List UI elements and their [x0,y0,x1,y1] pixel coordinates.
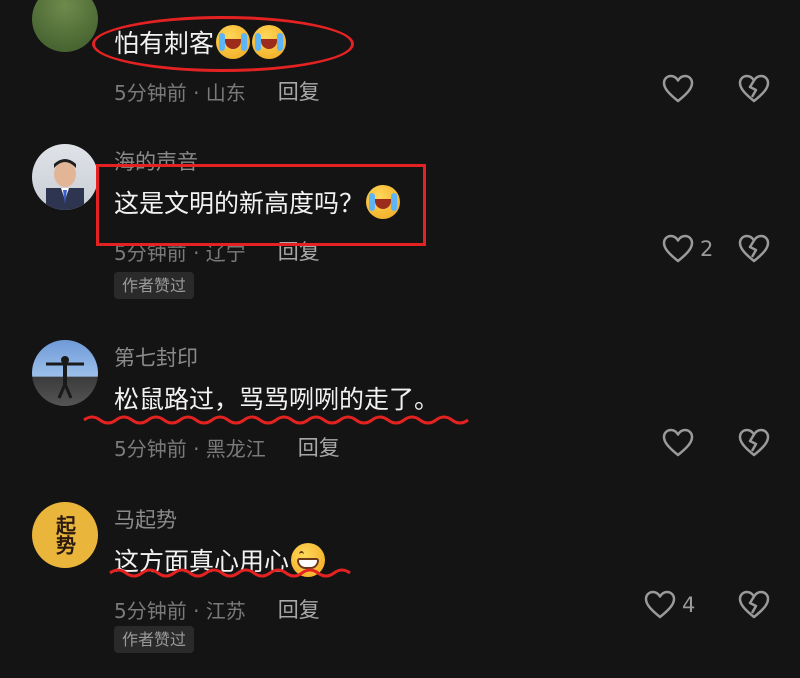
like-button[interactable]: 2 [662,234,713,264]
heart-icon [662,428,694,457]
author-liked-badge: 作者赞过 [114,626,195,653]
broken-heart-icon [738,74,770,103]
heart-icon [662,234,694,263]
reply-button[interactable]: 回复 [298,432,340,462]
avatar-text: 起势 [52,515,77,555]
comment-time-location: 5分钟前 · 黑龙江 [114,436,266,461]
reply-button[interactable]: 回复 [278,76,320,106]
like-button[interactable] [662,428,694,458]
avatar-man-image [46,159,84,210]
dislike-button[interactable] [738,234,770,268]
reply-button[interactable]: 回复 [278,594,320,624]
comment-meta: 5分钟前 · 黑龙江 回复 [114,432,340,462]
comment-meta: 5分钟前 · 江苏 回复 [114,594,320,624]
comment-time-location: 5分钟前 · 江苏 [114,598,246,623]
like-button[interactable]: 4 [644,590,695,620]
broken-heart-icon [738,428,770,457]
dislike-button[interactable] [738,428,770,462]
comment-text: 松鼠路过，骂骂咧咧的走了。 [114,385,440,414]
heart-icon [662,74,694,103]
comment-meta: 5分钟前 · 山东 回复 [114,76,320,106]
avatar[interactable] [32,144,98,210]
red-wavy-underline [83,415,469,425]
broken-heart-icon [738,590,770,619]
red-wavy-underline [109,568,351,578]
avatar-figure-image [46,356,84,399]
username[interactable]: 马起势 [114,504,177,534]
author-liked-badge: 作者赞过 [114,272,195,299]
comment-item: 起势 马起势 这方面真心用心 5分钟前 · 江苏 回复 作者赞过 4 [0,500,800,670]
like-button[interactable] [662,74,694,104]
dislike-button[interactable] [738,74,770,108]
red-highlight-ellipse [92,16,354,72]
like-count: 2 [700,237,714,261]
like-count: 4 [682,593,696,617]
broken-heart-icon [738,234,770,263]
heart-icon [644,590,676,619]
comment-item: 第七封印 松鼠路过，骂骂咧咧的走了。 5分钟前 · 黑龙江 回复 [0,336,800,476]
avatar[interactable] [32,0,98,52]
comment-time-location: 5分钟前 · 山东 [114,80,246,105]
red-highlight-rectangle [96,164,426,246]
username[interactable]: 第七封印 [114,342,198,372]
avatar[interactable] [32,340,98,406]
avatar[interactable]: 起势 [32,502,98,568]
dislike-button[interactable] [738,590,770,624]
